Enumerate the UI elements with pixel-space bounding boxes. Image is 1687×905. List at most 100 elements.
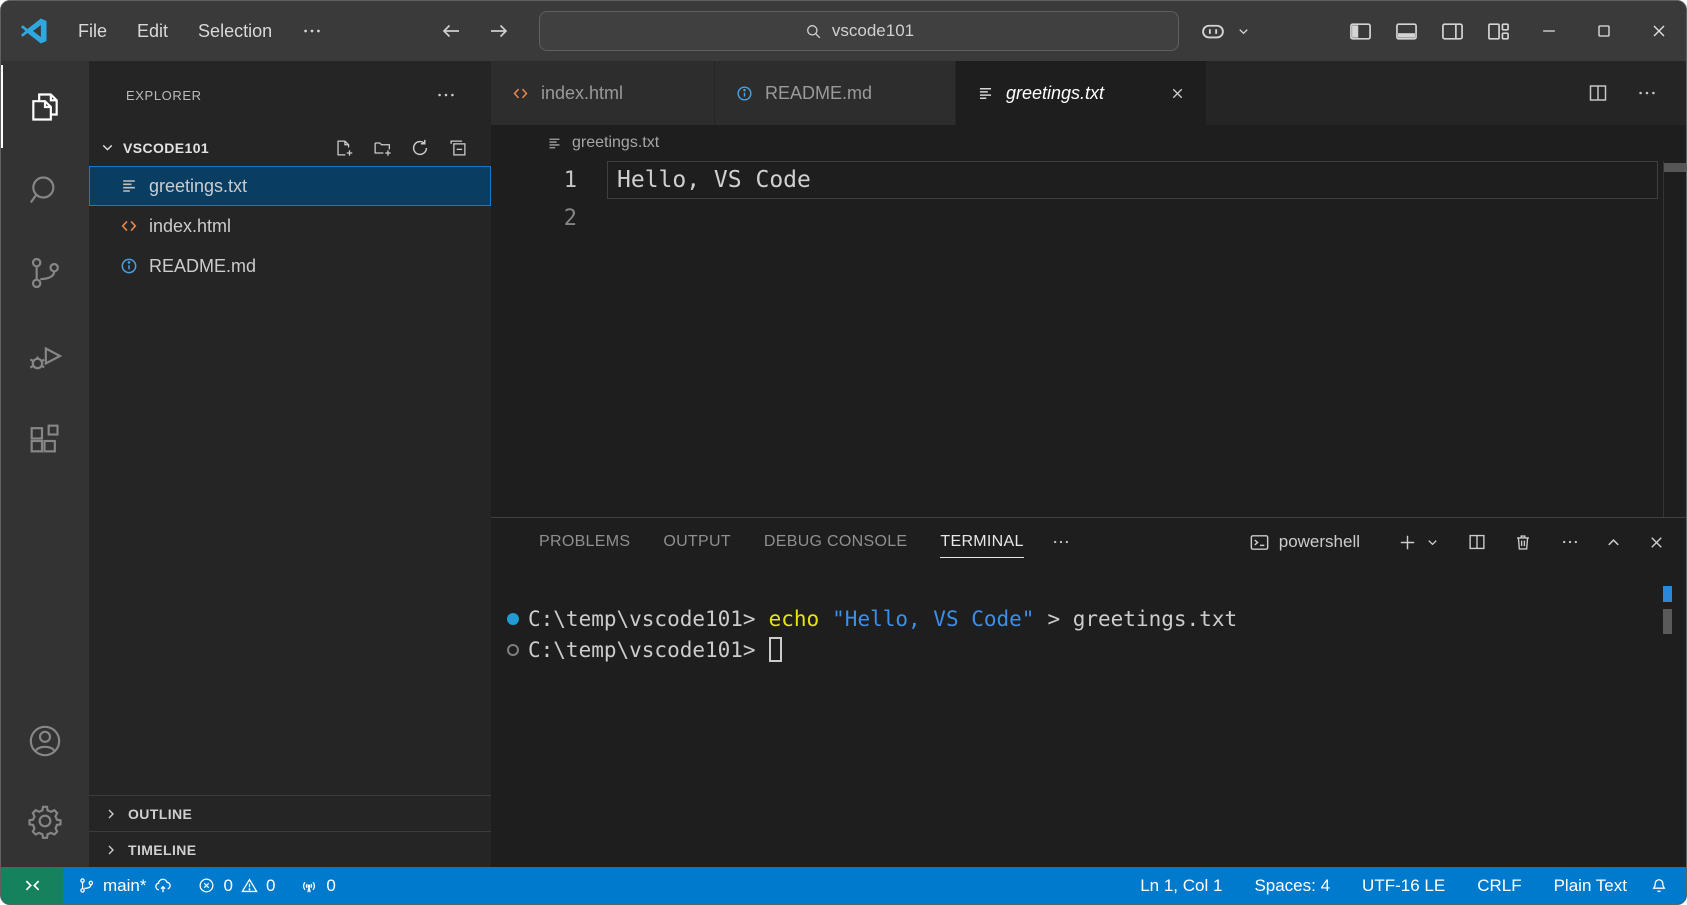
explorer-more-actions-icon[interactable] [435,84,457,106]
maximize-panel-chevron-up-icon[interactable] [1604,533,1623,552]
vscode-logo-icon [19,16,49,46]
menu-file[interactable]: File [63,1,122,61]
timeline-section-header[interactable]: TIMELINE [89,831,491,867]
terminal-line: C:\temp\vscode101> echo "Hello, VS Code"… [507,603,1686,634]
editor-scrollbar-slider[interactable] [1664,163,1686,172]
file-row-readme[interactable]: README.md [89,246,491,286]
toggle-sidebar-icon[interactable] [1346,18,1374,45]
menu-edit[interactable]: Edit [122,1,183,61]
code-editor[interactable]: 1 Hello, VS Code 2 [491,161,1686,517]
branch-name: main* [103,876,146,896]
editor-area: index.html README.md greetings.txt [491,61,1686,867]
remote-icon [22,875,43,896]
settings-gear-icon[interactable] [1,781,89,861]
file-name: README.md [149,256,256,277]
tab-index-html[interactable]: index.html [491,61,715,125]
shell-name[interactable]: powershell [1279,532,1360,552]
run-debug-icon[interactable] [1,314,89,397]
panel-tab-problems[interactable]: PROBLEMS [539,518,630,566]
outline-section-header[interactable]: OUTLINE [89,795,491,831]
cursor-position-status[interactable]: Ln 1, Col 1 [1124,867,1238,904]
terminal-content[interactable]: C:\temp\vscode101> echo "Hello, VS Code"… [491,566,1686,665]
back-arrow-icon[interactable] [439,19,463,43]
kill-terminal-trash-icon[interactable] [1512,531,1534,553]
terminal-dropdown-chevron-icon[interactable] [1425,535,1440,550]
tab-label: README.md [765,83,872,104]
maximize-button[interactable] [1576,1,1631,61]
problems-status[interactable]: 0 0 [185,867,287,904]
search-sidebar-icon[interactable] [1,148,89,231]
explorer-sidebar: EXPLORER VSCODE101 greetings.txt ind [89,61,491,867]
error-icon [197,876,216,895]
toggle-secondary-sidebar-icon[interactable] [1438,18,1466,45]
split-terminal-icon[interactable] [1466,531,1488,553]
text-file-icon [119,176,139,196]
terminal-redirect: > greetings.txt [1047,607,1237,631]
menu-overflow-icon[interactable] [287,1,337,61]
account-icon[interactable] [1,701,89,781]
chevron-down-icon [99,139,116,156]
project-section-header[interactable]: VSCODE101 [89,129,491,166]
new-terminal-icon[interactable] [1396,531,1419,554]
tab-label: index.html [541,83,623,104]
tab-label: greetings.txt [1006,83,1104,104]
panel-tab-terminal[interactable]: TERMINAL [940,518,1023,566]
panel-tabs-more-icon[interactable] [1051,532,1071,552]
panel-tab-debug-console[interactable]: DEBUG CONSOLE [764,518,908,566]
line-number: 2 [491,206,577,231]
powershell-terminal-icon [1248,531,1271,554]
toggle-panel-icon[interactable] [1392,18,1420,45]
customize-layout-icon[interactable] [1484,18,1512,45]
breadcrumb[interactable]: greetings.txt [491,125,1686,161]
explorer-files-icon[interactable] [1,65,89,148]
collapse-all-icon[interactable] [447,137,469,159]
git-branch-status[interactable]: main* [63,867,185,904]
remote-indicator[interactable] [1,867,63,904]
ports-status[interactable]: 0 [287,867,347,904]
activity-bar [1,61,89,867]
language-mode-status[interactable]: Plain Text [1538,867,1643,904]
panel-tab-output[interactable]: OUTPUT [663,518,731,566]
breadcrumb-item: greetings.txt [572,134,659,152]
menu-selection[interactable]: Selection [183,1,287,61]
new-file-icon[interactable] [333,137,355,159]
eol-status[interactable]: CRLF [1461,867,1537,904]
warning-icon [240,876,259,895]
status-bar: main* 0 0 0 Ln 1, Col 1 Spaces: 4 UTF-16… [1,867,1686,904]
source-control-icon[interactable] [1,231,89,314]
command-center-search[interactable]: vscode101 [539,11,1179,51]
indentation-status[interactable]: Spaces: 4 [1238,867,1346,904]
terminal-prompt: C:\temp\vscode101> [528,607,756,631]
new-folder-icon[interactable] [371,137,393,159]
html-icon [511,84,530,103]
close-window-button[interactable] [1631,1,1686,61]
editor-scrollbar-track [1663,161,1664,517]
search-value: vscode101 [832,21,914,41]
command-success-decoration-icon[interactable] [507,613,519,625]
close-panel-icon[interactable] [1647,533,1666,552]
forward-arrow-icon[interactable] [487,19,511,43]
editor-tabbar: index.html README.md greetings.txt [491,61,1686,125]
refresh-icon[interactable] [409,137,431,159]
copilot-chevron-down-icon[interactable] [1236,24,1251,39]
editor-more-actions-icon[interactable] [1636,82,1658,104]
copilot-icon[interactable] [1199,17,1227,45]
project-name: VSCODE101 [123,140,209,156]
encoding-status[interactable]: UTF-16 LE [1346,867,1461,904]
file-row-greetings[interactable]: greetings.txt [89,166,491,206]
info-icon [119,256,139,276]
notifications-bell-icon[interactable] [1643,867,1686,904]
warning-count: 0 [266,876,275,896]
file-row-index[interactable]: index.html [89,206,491,246]
tab-greetings-txt[interactable]: greetings.txt [956,61,1207,125]
explorer-title: EXPLORER [126,88,202,103]
panel-more-actions-icon[interactable] [1560,532,1580,552]
split-editor-icon[interactable] [1586,81,1610,105]
close-tab-icon[interactable] [1169,85,1186,102]
tab-readme-md[interactable]: README.md [715,61,956,125]
chevron-right-icon [103,842,119,858]
file-name: index.html [149,216,231,237]
minimize-button[interactable] [1521,1,1576,61]
extensions-icon[interactable] [1,397,89,480]
terminal-scrollbar-slider[interactable] [1663,609,1672,634]
